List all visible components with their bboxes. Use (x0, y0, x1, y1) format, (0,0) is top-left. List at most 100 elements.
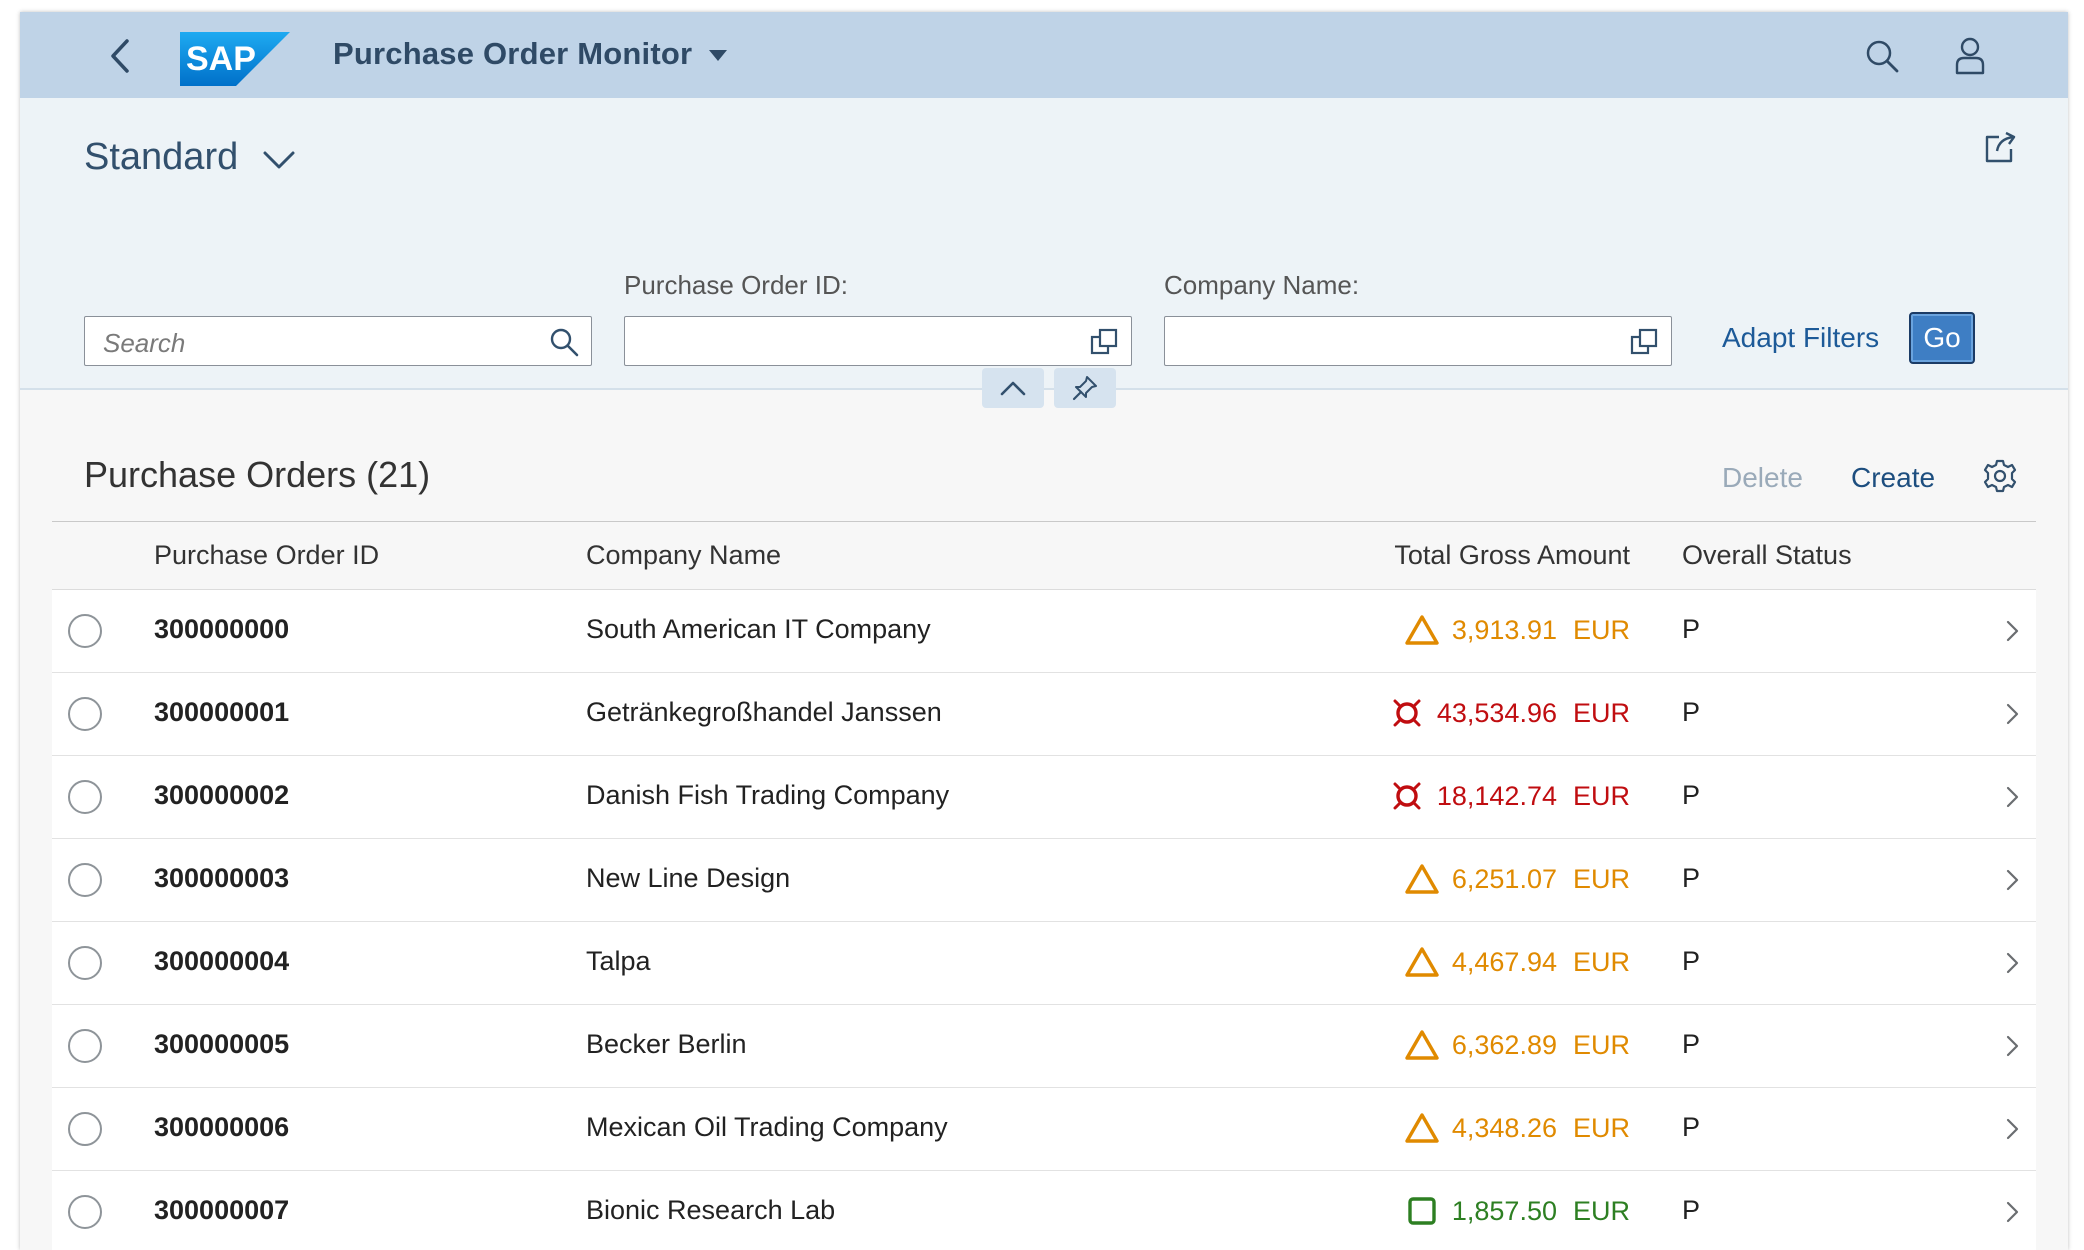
pin-header-button[interactable] (1054, 368, 1116, 408)
search-input[interactable]: Search (84, 316, 592, 366)
chevron-right-icon[interactable] (2000, 618, 2024, 644)
total-gross-amount: 6,362.89 EUR (1404, 1027, 1630, 1063)
share-icon (1985, 131, 2016, 163)
overall-status: P (1682, 946, 1701, 976)
amount-currency: EUR (1572, 697, 1630, 728)
overall-status: P (1682, 780, 1701, 810)
total-gross-amount: 4,467.94 EUR (1404, 944, 1630, 980)
purchase-order-id: 300000000 (154, 614, 290, 644)
total-gross-amount: 3,913.91 EUR (1404, 612, 1630, 648)
row-select-radio[interactable] (68, 614, 102, 648)
purchase-order-id: 300000004 (154, 946, 290, 976)
purchase-orders-table: Purchase Orders (21) Delete Create Purch… (52, 428, 2036, 1250)
share-button[interactable] (1980, 128, 2020, 168)
table-row[interactable]: 300000006 Mexican Oil Trading Company 4,34… (52, 1088, 2036, 1171)
company-name: Danish Fish Trading Company (586, 780, 950, 810)
caret-down-icon[interactable] (708, 49, 728, 63)
table-body: 300000000 South American IT Company 3,913.… (52, 590, 2036, 1250)
overall-status: P (1682, 614, 1701, 644)
amount-value: 4,467.94 (1451, 946, 1557, 977)
amount-value: 3,913.91 (1451, 614, 1557, 645)
amount-currency: EUR (1572, 614, 1630, 645)
adapt-filters-button[interactable]: Adapt Filters (1722, 322, 1879, 354)
total-gross-amount: 43,534.96 EUR (1389, 695, 1630, 731)
company-name: Getränkegroßhandel Janssen (586, 697, 942, 727)
chevron-down-icon[interactable] (263, 150, 295, 170)
table-row[interactable]: 300000001 Getränkegroßhandel Janssen 43,53… (52, 673, 2036, 756)
column-header-status[interactable]: Overall Status (1682, 540, 1852, 571)
row-select-radio[interactable] (68, 697, 102, 731)
error-circle-icon (1389, 695, 1425, 731)
company-name: Becker Berlin (586, 1029, 747, 1059)
table-row[interactable]: 300000002 Danish Fish Trading Company 18,1… (52, 756, 2036, 839)
search-placeholder: Search (103, 328, 186, 358)
row-select-radio[interactable] (68, 1112, 102, 1146)
user-icon (1955, 37, 1985, 75)
row-select-radio[interactable] (68, 780, 102, 814)
amount-currency: EUR (1572, 946, 1630, 977)
search-icon (1866, 40, 1899, 73)
table-row[interactable]: 300000000 South American IT Company 3,913.… (52, 590, 2036, 673)
create-button[interactable]: Create (1851, 462, 1935, 494)
delete-button[interactable]: Delete (1722, 462, 1803, 494)
total-gross-amount: 6,251.07 EUR (1404, 861, 1630, 897)
sap-logo[interactable]: SAP (180, 32, 290, 86)
user-menu-button[interactable] (1948, 34, 1992, 78)
amount-value: 1,857.50 (1451, 1195, 1557, 1226)
company-name-field[interactable] (1164, 316, 1672, 366)
overall-status: P (1682, 697, 1701, 727)
table-toolbar: Purchase Orders (21) Delete Create (52, 428, 2036, 522)
table-row[interactable]: 300000005 Becker Berlin 6,362.89 EUR P (52, 1005, 2036, 1088)
back-button[interactable] (100, 36, 140, 76)
table-settings-button[interactable] (1980, 456, 2020, 496)
row-select-radio[interactable] (68, 1195, 102, 1229)
gear-icon (1983, 459, 2017, 493)
chevron-right-icon[interactable] (2000, 867, 2024, 893)
amount-value: 6,251.07 (1451, 863, 1557, 894)
collapse-header-button[interactable] (982, 368, 1044, 408)
amount-value: 43,534.96 (1436, 697, 1557, 728)
row-select-radio[interactable] (68, 863, 102, 897)
chevron-right-icon[interactable] (2000, 1033, 2024, 1059)
company-name: New Line Design (586, 863, 791, 893)
value-help-icon[interactable] (1089, 327, 1119, 357)
chevron-right-icon[interactable] (2000, 784, 2024, 810)
company-name: Bionic Research Lab (586, 1195, 836, 1225)
amount-value: 6,362.89 (1451, 1029, 1557, 1060)
shell-search-button[interactable] (1860, 34, 1904, 78)
chevron-right-icon[interactable] (2000, 1199, 2024, 1225)
column-header-company[interactable]: Company Name (586, 540, 781, 571)
purchase-order-id: 300000007 (154, 1195, 290, 1225)
purchase-order-id: 300000005 (154, 1029, 290, 1059)
value-help-icon[interactable] (1629, 327, 1659, 357)
success-square-icon (1404, 1193, 1440, 1229)
row-select-radio[interactable] (68, 1029, 102, 1063)
chevron-right-icon[interactable] (2000, 1116, 2024, 1142)
total-gross-amount: 4,348.26 EUR (1404, 1110, 1630, 1146)
warning-triangle-icon (1404, 1110, 1440, 1146)
table-row[interactable]: 300000007 Bionic Research Lab 1,857.50 EUR P (52, 1171, 2036, 1250)
purchase-order-id: 300000002 (154, 780, 290, 810)
company-name: South American IT Company (586, 614, 931, 644)
amount-currency: EUR (1572, 1195, 1630, 1226)
go-button[interactable]: Go (1909, 312, 1975, 364)
chevron-left-icon (111, 39, 129, 73)
row-select-radio[interactable] (68, 946, 102, 980)
column-header-po-id[interactable]: Purchase Order ID (154, 540, 379, 571)
table-row[interactable]: 300000004 Talpa 4,467.94 EUR P (52, 922, 2036, 1005)
amount-value: 18,142.74 (1436, 780, 1557, 811)
column-header-amount[interactable]: Total Gross Amount (1394, 540, 1630, 571)
amount-value: 4,348.26 (1451, 1112, 1557, 1143)
table-row[interactable]: 300000003 New Line Design 6,251.07 EUR P (52, 839, 2036, 922)
chevron-right-icon[interactable] (2000, 950, 2024, 976)
variant-selector[interactable]: Standard (84, 136, 238, 179)
search-icon[interactable] (549, 327, 579, 357)
amount-currency: EUR (1572, 1112, 1630, 1143)
purchase-order-id-field[interactable] (624, 316, 1132, 366)
chevron-right-icon[interactable] (2000, 701, 2024, 727)
purchase-order-id: 300000006 (154, 1112, 290, 1142)
table-title: Purchase Orders (21) (84, 454, 431, 495)
overall-status: P (1682, 863, 1701, 893)
filter-header: Standard Search Purchase Order ID: Compa… (20, 98, 2068, 390)
app-title[interactable]: Purchase Order Monitor (333, 36, 692, 72)
